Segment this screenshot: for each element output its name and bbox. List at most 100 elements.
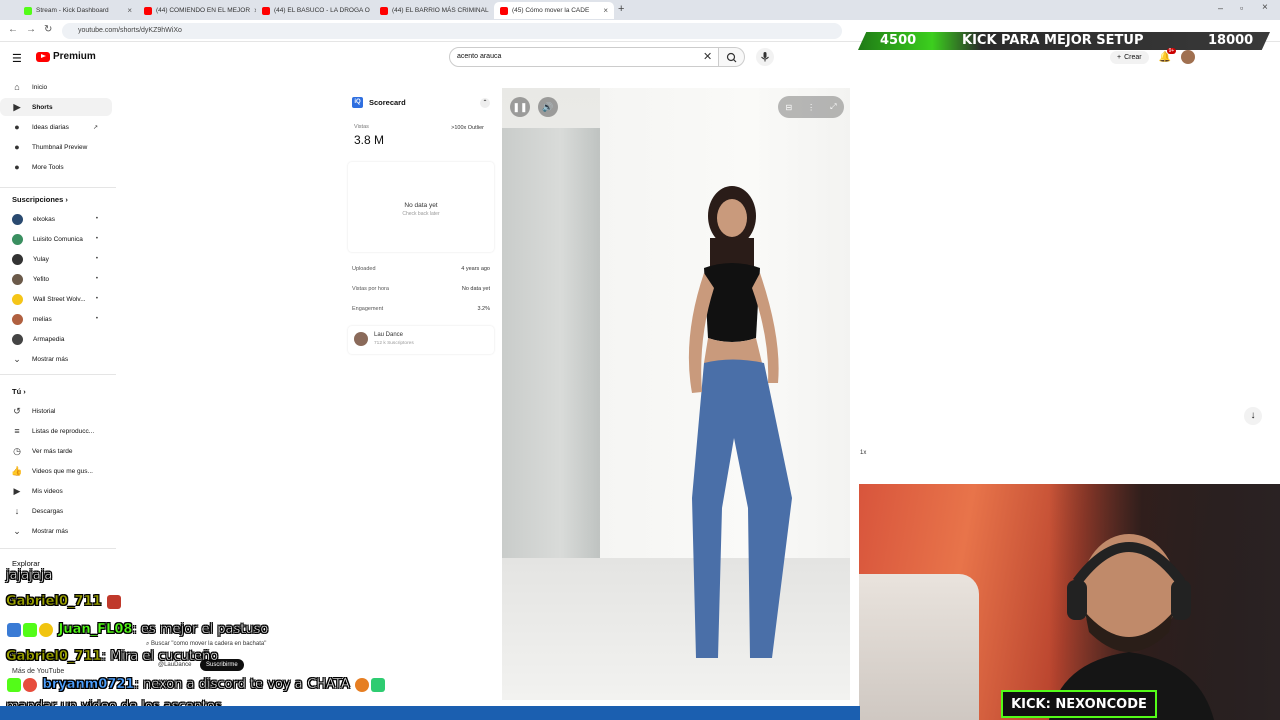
close-window-icon[interactable]: × [1262, 2, 1268, 13]
stat-value: No data yet [461, 286, 490, 292]
pause-icon: ❚❚ [512, 101, 528, 112]
close-icon[interactable]: × [603, 6, 608, 15]
sidebar-item-more-tools[interactable]: ● More Tools [0, 158, 112, 176]
subscription-item[interactable]: Yulay • [0, 250, 112, 268]
stat-row: Vistas por hora No data yet [352, 286, 490, 292]
notifications-icon[interactable]: 🔔 9+ [1159, 47, 1177, 63]
close-icon[interactable]: × [127, 6, 132, 15]
explore-heading: Explorar [12, 559, 40, 568]
sidebar-item-my-videos[interactable]: ▶ Mis videos [0, 482, 112, 500]
you-show-more[interactable]: ⌄ Mostrar más [0, 522, 112, 540]
subscription-item[interactable]: Armapedia [0, 330, 112, 348]
subscription-item[interactable]: Wall Street Wolv... • [0, 290, 112, 308]
search-input[interactable]: acento arauca [449, 47, 719, 67]
tab-title: (45) Cómo mover la CADE [512, 7, 590, 14]
sidebar-item-label: Thumbnail Preview [32, 143, 88, 151]
browser-tab[interactable]: (44) EL BASUCO - LA DROGA O × [256, 2, 374, 19]
sidebar-item-label: melias [33, 315, 52, 323]
sidebar-item-playlists[interactable]: ≡ Listas de reproducc... [0, 422, 112, 440]
channel-avatar [354, 332, 368, 346]
sidebar-item-label: More Tools [32, 163, 64, 171]
channel-avatar [12, 273, 23, 285]
youtube-logo[interactable]: Premium [36, 51, 96, 62]
channel-avatar [12, 313, 23, 325]
subscription-item[interactable]: elxokas • [0, 210, 112, 228]
sidebar-item-liked[interactable]: 👍 Videos que me gus... [0, 462, 112, 480]
sidebar-item-shorts[interactable]: ▶ Shorts [0, 98, 112, 116]
youtube-favicon-icon [500, 6, 508, 15]
channel-avatar [12, 233, 23, 245]
sidebar-item-label: Luisito Comunica [33, 235, 83, 243]
subscription-item[interactable]: Yefito • [0, 270, 112, 288]
hamburger-menu-icon[interactable]: ☰ [12, 52, 22, 65]
channel-card[interactable]: Lau Dance 712 k Suscriptores [348, 326, 494, 354]
sidebar-item-downloads[interactable]: ↓ Descargas [0, 502, 112, 520]
youtube-favicon-icon [262, 6, 270, 15]
search-button[interactable] [719, 47, 745, 67]
pause-button[interactable]: ❚❚ [510, 97, 530, 117]
scorecard-panel: iQ Scorecard ⌃ Vistas 3.8 M >100x Outlie… [344, 90, 496, 356]
search-suggestion[interactable]: ⌕ Buscar "como mover la cadera en bachat… [146, 641, 266, 648]
forward-icon[interactable]: → [26, 24, 36, 35]
bulb-icon: ● [14, 122, 20, 132]
chevron-down-icon: ⌄ [13, 525, 21, 536]
sidebar-item-label: Armapedia [33, 335, 65, 343]
voice-search-button[interactable] [756, 48, 774, 66]
captions-icon[interactable]: ⊟ [785, 103, 792, 112]
minimize-icon[interactable]: – [1218, 3, 1223, 13]
sidebar-item-label: Ideas diarias [32, 123, 69, 131]
sidebar-item-label: Mostrar más [32, 355, 69, 363]
back-icon[interactable]: ← [8, 24, 18, 35]
stat-label: Engagement [352, 306, 384, 312]
stat-row: Engagement 3.2% [352, 306, 490, 312]
chat-text: CHATA [307, 677, 350, 692]
clear-search-icon[interactable]: ✕ [703, 50, 712, 63]
browser-tab[interactable]: (44) EL BARRIO MÁS CRIMINAL × [374, 2, 492, 19]
thumbs-up-icon: 👍 [11, 465, 23, 476]
you-heading[interactable]: Tú › [12, 387, 26, 396]
next-short-button[interactable]: ↓ [1244, 407, 1262, 425]
browser-tab[interactable]: Stream - Kick Dashboard × [18, 2, 138, 19]
playback-speed[interactable]: 1x [860, 450, 866, 456]
browser-tab[interactable]: (44) COMIENDO EN EL MEJOR × [138, 2, 256, 19]
avatar[interactable] [1181, 50, 1196, 64]
search-suggestion-text: Buscar "como mover la cadera en bachata" [151, 641, 267, 647]
empty-subtitle: Check back later [402, 211, 440, 217]
youtube-favicon-icon [144, 6, 152, 15]
browser-tab-active[interactable]: (45) Cómo mover la CADE × [494, 2, 614, 19]
history-icon: ↺ [13, 405, 21, 416]
badge-icon [7, 622, 21, 637]
fullscreen-icon[interactable]: ⤢ [830, 102, 836, 112]
maximize-icon[interactable]: ▫ [1240, 3, 1243, 13]
collapse-icon[interactable]: ⌃ [480, 98, 490, 108]
live-dot-icon: • [95, 256, 98, 262]
sidebar-item-thumbnail-preview[interactable]: ● Thumbnail Preview [0, 138, 112, 156]
sidebar-item-history[interactable]: ↺ Historial [0, 402, 112, 420]
chat-username: Gabriel0_711 [6, 649, 102, 664]
subscription-item[interactable]: Luisito Comunica • [0, 230, 112, 248]
sidebar-item-label: Mostrar más [32, 527, 69, 535]
subscriptions-heading[interactable]: Suscripciones › [12, 195, 68, 204]
volume-button[interactable]: 🔊 [538, 97, 558, 117]
subscription-item[interactable]: melias • [0, 310, 112, 328]
badge-icon [7, 677, 21, 692]
live-dot-icon: • [95, 216, 98, 222]
chat-text: jajajaja [6, 568, 53, 583]
url-field[interactable]: youtube.com/shorts/dyKZ9hWiXo [62, 23, 842, 39]
streamer-webcam [859, 484, 1280, 720]
chat-text: : Mira el cucuteño [101, 649, 219, 664]
shorts-video-player[interactable]: ❚❚ 🔊 ⊟ ⋮ ⤢ [502, 88, 850, 700]
create-button[interactable]: + Crear [1110, 50, 1149, 64]
more-options-icon[interactable]: ⋮ [807, 103, 815, 112]
reload-icon[interactable]: ↻ [44, 24, 52, 35]
sidebar-item-watch-later[interactable]: ◷ Ver más tarde [0, 442, 112, 460]
sidebar-item-label: Listas de reproducc... [32, 427, 95, 435]
tab-title: Stream - Kick Dashboard [36, 7, 109, 14]
subscriptions-show-more[interactable]: ⌄ Mostrar más [0, 350, 112, 368]
channel-avatar [12, 213, 23, 225]
live-dot-icon: • [95, 276, 98, 282]
new-tab-icon[interactable]: + [618, 3, 624, 15]
sidebar-item-home[interactable]: ⌂ Inicio [0, 78, 112, 96]
sidebar-item-ideas[interactable]: ● Ideas diarias ↗ [0, 118, 112, 136]
search-value: acento arauca [457, 53, 502, 60]
